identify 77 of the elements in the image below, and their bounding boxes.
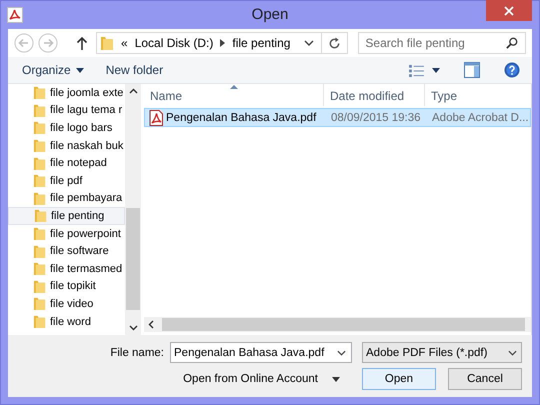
pdf-file-icon [149, 110, 163, 126]
sidebar-item[interactable]: file powerpoint [8, 224, 125, 242]
folder-icon [33, 261, 46, 276]
sidebar-item[interactable]: file video [8, 295, 125, 313]
folder-icon [33, 190, 46, 206]
dropdown-icon[interactable] [304, 40, 314, 46]
dropdown-icon [508, 350, 517, 356]
search-field[interactable]: Search file penting [358, 32, 526, 54]
caret-icon [76, 68, 84, 72]
overflow-mark[interactable]: « [121, 36, 128, 50]
scroll-thumb[interactable] [126, 208, 140, 310]
file-row[interactable]: Pengenalan Bahasa Java.pdf 08/09/2015 19:36 Adobe Acrobat D... [144, 108, 531, 127]
folder-icon [34, 208, 47, 224]
folder-icon [33, 314, 46, 330]
file-name: Pengenalan Bahasa Java.pdf [166, 112, 316, 124]
sidebar-item[interactable]: file lagu tema r [8, 102, 125, 120]
close-button[interactable] [486, 0, 532, 21]
breadcrumb[interactable]: file penting [232, 36, 290, 50]
preview-pane-icon [464, 62, 480, 78]
sidebar-item[interactable]: file joomla exte [8, 84, 125, 102]
folder-icon [33, 278, 46, 294]
pdf-icon [7, 7, 23, 23]
scrollbar[interactable] [144, 317, 531, 332]
address-bar[interactable]: « Local Disk (D:) file penting [96, 32, 348, 54]
new-folder-button[interactable]: New folder [100, 61, 170, 79]
scrollbar[interactable] [125, 84, 141, 335]
folder-icon [33, 244, 46, 259]
date-cell-text: 08/09/2015 19:36 [330, 112, 422, 124]
cancel-button[interactable]: Cancel [448, 368, 522, 390]
folder-icon [33, 138, 46, 154]
folder-icon [33, 173, 46, 188]
folder-icon [33, 102, 46, 118]
folder-icon [33, 296, 46, 312]
folder-icon [100, 35, 114, 51]
close-icon [504, 6, 514, 16]
open-button[interactable]: Open [362, 368, 436, 390]
file-name-field[interactable]: Pengenalan Bahasa Java.pdf [170, 342, 352, 363]
folder-icon [33, 85, 46, 100]
column-header[interactable]: Date modified [324, 84, 425, 106]
back-icon [14, 33, 34, 53]
file-type-dropdown[interactable]: Adobe PDF Files (*.pdf) [362, 342, 522, 363]
up-button[interactable] [76, 36, 88, 50]
forward-icon [38, 33, 58, 53]
sidebar-item[interactable]: file penting [8, 207, 125, 225]
search-icon [506, 37, 518, 49]
type-cell-text: Adobe Acrobat D... [431, 112, 530, 124]
sidebar-item[interactable]: file naskah buk [8, 136, 125, 154]
folder-icon [33, 226, 46, 242]
sidebar-item[interactable]: file notepad [8, 154, 125, 172]
folder-icon [33, 156, 46, 171]
breadcrumb[interactable]: Local Disk (D:) [134, 36, 214, 50]
chevron-icon[interactable] [220, 39, 226, 47]
up-arrow-icon [76, 36, 88, 50]
scroll-thumb[interactable] [162, 318, 525, 331]
refresh-icon [328, 36, 342, 50]
window-title: Open [252, 6, 288, 23]
folder-icon [33, 120, 46, 136]
list-view-icon [409, 64, 424, 76]
sidebar-item[interactable]: file pembayara [8, 190, 125, 208]
sidebar-item[interactable]: file logo bars [8, 119, 125, 137]
sort-arrow-icon [230, 85, 238, 89]
sidebar-item[interactable]: file software [8, 242, 125, 260]
sidebar-item[interactable]: file word [8, 312, 125, 330]
sidebar-item[interactable]: file pdf [8, 172, 125, 190]
scroll-up-icon[interactable] [128, 88, 138, 94]
sidebar-item[interactable]: file termasmed [8, 260, 125, 278]
sidebar-item[interactable]: file topikit [8, 278, 125, 296]
dropdown-icon [337, 350, 346, 356]
help-icon [504, 62, 520, 78]
caret-icon [432, 68, 440, 72]
organize-menu[interactable]: Organize [16, 61, 90, 79]
column-header[interactable]: Type [425, 84, 531, 106]
open-online-button[interactable]: Open from Online Account [183, 373, 318, 385]
scroll-down-icon[interactable] [128, 325, 138, 331]
caret-icon[interactable] [332, 376, 340, 382]
file-name-label: File name: [110, 346, 164, 358]
scroll-left-icon[interactable] [148, 320, 154, 329]
